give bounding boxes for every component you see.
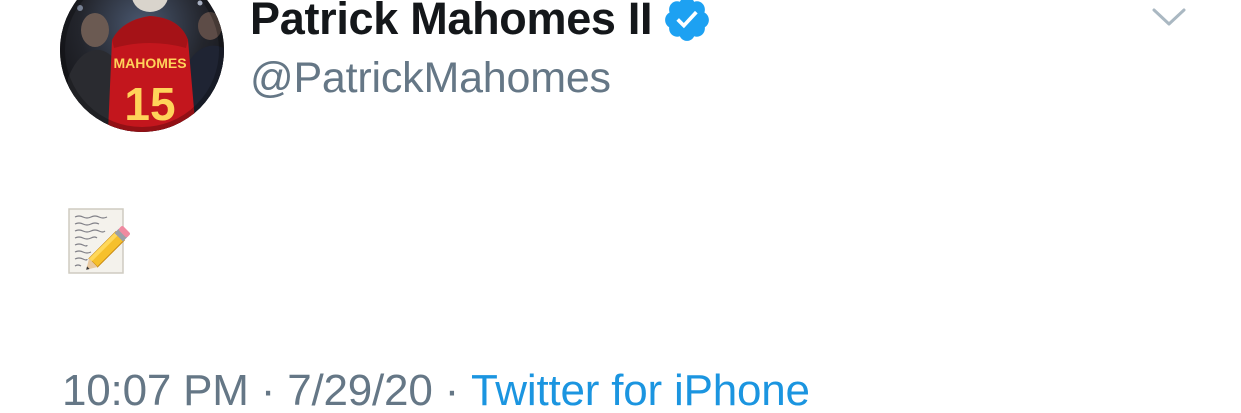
meta-separator: · [444,366,460,413]
username-handle[interactable]: @PatrickMahomes [250,54,611,103]
tweet-date[interactable]: 7/29/20 [287,366,433,413]
avatar-photo: MAHOMES 15 [60,0,224,132]
verified-badge-icon [662,0,712,44]
tweet-time[interactable]: 10:07 PM [62,366,249,413]
display-name[interactable]: Patrick Mahomes II [250,0,653,45]
tweet-meta: 10:07 PM · 7/29/20 · Twitter for iPhone [62,366,810,413]
jersey-name: MAHOMES [113,55,186,71]
tweet-card: MAHOMES 15 Patrick Mahomes II @PatrickMa… [0,0,1241,413]
tweet-source-link[interactable]: Twitter for iPhone [471,366,810,413]
chevron-down-icon[interactable] [1150,4,1188,30]
meta-separator: · [260,366,276,413]
avatar[interactable]: MAHOMES 15 [60,0,224,132]
jersey-number: 15 [124,78,175,130]
author-name-row: Patrick Mahomes II [250,0,712,50]
memo-icon [66,206,134,278]
